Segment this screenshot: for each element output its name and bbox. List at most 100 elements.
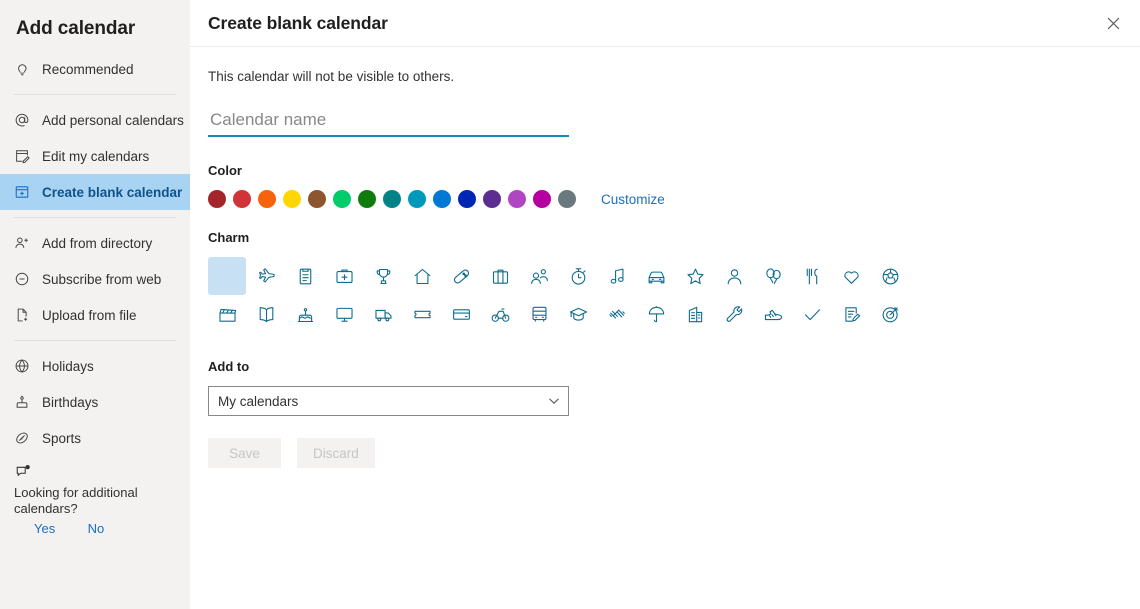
charm-dumbbell-icon[interactable] — [598, 295, 636, 333]
charm-car-icon[interactable] — [637, 257, 675, 295]
feedback-no-link[interactable]: No — [88, 521, 105, 536]
color-swatch-dark-green[interactable] — [358, 190, 376, 208]
charm-birthday-cake-icon[interactable] — [286, 295, 324, 333]
charm-people-icon[interactable] — [520, 257, 558, 295]
sidebar-item-label: Sports — [42, 430, 82, 446]
add-to-section: Add to My calendars — [208, 359, 1122, 416]
feedback-block: Looking for additional calendars? Yes No — [0, 456, 190, 538]
main-header: Create blank calendar — [190, 0, 1140, 47]
color-swatch-light-green[interactable] — [333, 190, 351, 208]
add-to-select-wrapper: My calendars — [208, 386, 569, 416]
sports-ball-icon — [12, 428, 32, 448]
sidebar-item-label: Edit my calendars — [42, 148, 150, 164]
color-swatch-yellow[interactable] — [283, 190, 301, 208]
charm-running-shoe-icon[interactable] — [754, 295, 792, 333]
charm-book-icon[interactable] — [247, 295, 285, 333]
sidebar: Add calendar Recommended Add personal ca… — [0, 0, 190, 609]
color-swatch-dark-blue[interactable] — [458, 190, 476, 208]
sidebar-item-label: Add from directory — [42, 235, 153, 251]
color-swatch-cyan[interactable] — [408, 190, 426, 208]
color-swatch-red[interactable] — [233, 190, 251, 208]
charm-beach-umbrella-icon[interactable] — [637, 295, 675, 333]
charm-clipboard-icon[interactable] — [286, 257, 324, 295]
color-swatch-gray[interactable] — [558, 190, 576, 208]
charm-wrench-icon[interactable] — [715, 295, 753, 333]
charm-checkmark-icon[interactable] — [793, 295, 831, 333]
charm-section: Charm — [208, 230, 1122, 333]
charm-none-charm[interactable] — [208, 257, 246, 295]
charm-monitor-icon[interactable] — [325, 295, 363, 333]
charm-first-aid-kit-icon[interactable] — [325, 257, 363, 295]
sidebar-item-add-from-directory[interactable]: Add from directory — [0, 225, 190, 261]
sidebar-item-create-blank-calendar[interactable]: Create blank calendar — [0, 174, 190, 210]
charm-truck-icon[interactable] — [364, 295, 402, 333]
charm-credit-card-icon[interactable] — [442, 295, 480, 333]
charm-balloons-icon[interactable] — [754, 257, 792, 295]
sidebar-item-subscribe-from-web[interactable]: Subscribe from web — [0, 261, 190, 297]
person-add-icon — [12, 233, 32, 253]
sidebar-item-sports[interactable]: Sports — [0, 420, 190, 456]
charm-bicycle-icon[interactable] — [481, 295, 519, 333]
color-swatch-purple[interactable] — [508, 190, 526, 208]
sidebar-item-edit-my-calendars[interactable]: Edit my calendars — [0, 138, 190, 174]
charm-notepad-edit-icon[interactable] — [832, 295, 870, 333]
close-icon[interactable] — [1096, 6, 1130, 40]
sidebar-item-label: Create blank calendar — [42, 184, 183, 200]
sidebar-item-recommended[interactable]: Recommended — [0, 51, 190, 87]
color-swatch-dark-purple[interactable] — [483, 190, 501, 208]
sidebar-item-label: Birthdays — [42, 394, 99, 410]
charm-label: Charm — [208, 230, 250, 245]
action-button-row: Save Discard — [208, 438, 1122, 468]
charm-building-icon[interactable] — [676, 295, 714, 333]
add-to-label: Add to — [208, 359, 250, 374]
sidebar-item-add-personal-calendars[interactable]: Add personal calendars — [0, 102, 190, 138]
add-to-select[interactable]: My calendars — [208, 386, 569, 416]
charm-ticket-icon[interactable] — [403, 295, 441, 333]
charm-heart-icon[interactable] — [832, 257, 870, 295]
charm-target-icon[interactable] — [871, 295, 909, 333]
charm-home-icon[interactable] — [403, 257, 441, 295]
charm-clapperboard-icon[interactable] — [208, 295, 246, 333]
calendar-add-icon — [12, 182, 32, 202]
globe-icon — [12, 356, 32, 376]
charm-pill-icon[interactable] — [442, 257, 480, 295]
customize-color-link[interactable]: Customize — [601, 192, 665, 207]
color-swatch-dark-red[interactable] — [208, 190, 226, 208]
sidebar-item-holidays[interactable]: Holidays — [0, 348, 190, 384]
save-button[interactable]: Save — [208, 438, 281, 468]
feedback-yes-link[interactable]: Yes — [34, 521, 55, 536]
sidebar-title: Add calendar — [16, 18, 136, 39]
feedback-actions: Yes No — [14, 520, 178, 538]
sidebar-divider — [14, 217, 176, 218]
color-swatch-teal[interactable] — [383, 190, 401, 208]
sidebar-item-label: Recommended — [42, 61, 134, 77]
charm-cutlery-icon[interactable] — [793, 257, 831, 295]
sidebar-divider — [14, 94, 176, 95]
charm-airplane-icon[interactable] — [247, 257, 285, 295]
charm-person-icon[interactable] — [715, 257, 753, 295]
charm-row — [208, 257, 1122, 295]
circle-minus-icon — [12, 269, 32, 289]
sidebar-item-label: Add personal calendars — [42, 112, 184, 128]
color-swatch-orange[interactable] — [258, 190, 276, 208]
main-body: This calendar will not be visible to oth… — [190, 47, 1140, 468]
sidebar-item-upload-from-file[interactable]: Upload from file — [0, 297, 190, 333]
add-calendar-dialog: Add calendar Recommended Add personal ca… — [0, 0, 1140, 609]
charm-star-icon[interactable] — [676, 257, 714, 295]
charm-graduation-cap-icon[interactable] — [559, 295, 597, 333]
charm-briefcase-icon[interactable] — [481, 257, 519, 295]
discard-button[interactable]: Discard — [297, 438, 375, 468]
charm-soccer-ball-icon[interactable] — [871, 257, 909, 295]
charm-stopwatch-icon[interactable] — [559, 257, 597, 295]
charm-bus-icon[interactable] — [520, 295, 558, 333]
color-swatch-magenta[interactable] — [533, 190, 551, 208]
calendar-name-input[interactable] — [208, 107, 569, 137]
charm-music-note-icon[interactable] — [598, 257, 636, 295]
sidebar-nav: Recommended Add personal calendars Edit … — [0, 47, 190, 538]
color-swatch-blue[interactable] — [433, 190, 451, 208]
charm-trophy-icon[interactable] — [364, 257, 402, 295]
color-label: Color — [208, 163, 242, 178]
color-swatch-brown[interactable] — [308, 190, 326, 208]
visibility-note: This calendar will not be visible to oth… — [208, 69, 455, 84]
sidebar-item-birthdays[interactable]: Birthdays — [0, 384, 190, 420]
